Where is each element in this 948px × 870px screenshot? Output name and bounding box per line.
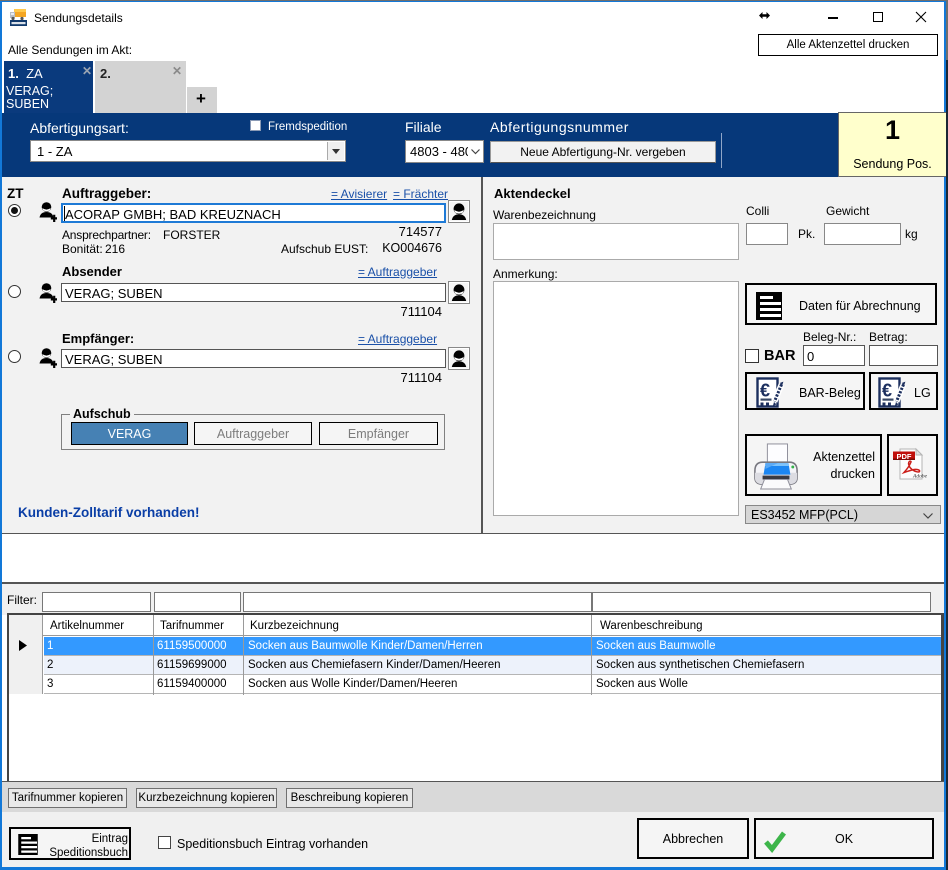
- svg-text:Adobe: Adobe: [912, 474, 928, 480]
- svg-text:PDF: PDF: [897, 452, 912, 461]
